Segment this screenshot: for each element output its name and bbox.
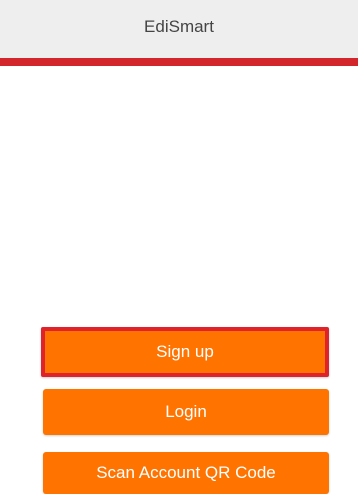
- header-accent-bar: [0, 58, 358, 66]
- app-title: EdiSmart: [144, 17, 214, 36]
- scan-account-qr-code-button[interactable]: Scan Account QR Code: [43, 452, 329, 494]
- login-button[interactable]: Login: [43, 389, 329, 435]
- sign-up-button[interactable]: Sign up: [41, 327, 329, 377]
- app-header: EdiSmart: [0, 0, 358, 58]
- app-screen: EdiSmart Sign up Login Scan Account QR C…: [0, 0, 358, 494]
